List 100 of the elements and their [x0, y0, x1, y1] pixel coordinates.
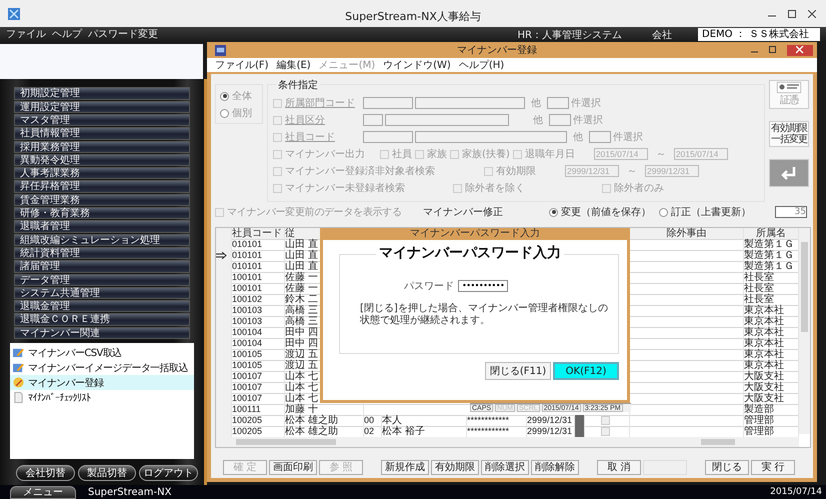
navigation-item[interactable]: 退職金管理 [14, 300, 190, 312]
table-cell: 本人 [382, 415, 467, 427]
password-label: パスワード [404, 280, 454, 293]
sidebar-button[interactable]: ログアウト [139, 465, 198, 481]
navigation-item[interactable]: 人事考課業務 [14, 167, 190, 180]
checkbox-label: 家族 [427, 148, 447, 161]
sidebar-button[interactable]: 会社切替 [16, 465, 75, 481]
clock-date: 2015/07/14 [770, 487, 822, 497]
bulk-change-button[interactable]: 有効期限 一括変更 [769, 121, 809, 147]
footer-button[interactable]: 削除選択 [481, 460, 529, 475]
submenu-item[interactable]: マイナンバーCSV取込 [10, 345, 194, 360]
menu-item[interactable]: ヘルプ(H) [458, 58, 504, 72]
company-label: 会社 [652, 28, 672, 42]
checkbox[interactable] [601, 416, 610, 425]
navigation-item[interactable]: 採用業務管理 [14, 140, 190, 153]
pencil-icon [13, 347, 24, 358]
radio-button[interactable] [549, 208, 558, 216]
menu-button[interactable]: メニュー [10, 486, 76, 498]
checkbox-label: 家族(扶養) [462, 148, 510, 161]
table-cell: 010101 [232, 250, 285, 262]
scrollbar-thumb[interactable] [701, 439, 735, 445]
column-header[interactable]: 除外事由 [630, 228, 744, 240]
checkbox[interactable] [215, 208, 224, 216]
dialog-button[interactable]: OK(F12) [553, 362, 619, 380]
splitter-bar[interactable] [575, 415, 585, 427]
navigation-item[interactable]: 統計資料管理 [14, 246, 190, 260]
table-cell: 100103 [232, 316, 285, 328]
table-cell: 100102 [232, 294, 285, 306]
navigation-item[interactable]: マイナンバー関連 [14, 326, 190, 339]
close-icon [796, 46, 804, 54]
table-cell: 100103 [232, 305, 285, 317]
close-button[interactable] [787, 44, 813, 56]
radio-button[interactable] [659, 208, 668, 216]
navigation-item[interactable]: 賃金管理業務 [14, 194, 190, 206]
splitter-bar[interactable] [575, 426, 585, 438]
navigation-item[interactable]: 社員情報管理 [14, 127, 190, 140]
dialog-button[interactable]: 閉じる(F11) [485, 362, 551, 380]
scrollbar-thumb[interactable] [801, 242, 808, 332]
dialog-title: マイナンバーパスワード入力 [409, 228, 541, 240]
other-label: 他 [533, 114, 543, 127]
checkbox-label: 有効期限 [496, 164, 537, 178]
submenu-item[interactable]: ﾏｲﾅﾝﾊﾞｰﾁｪｯｸﾘｽﾄ [10, 390, 194, 405]
enter-button[interactable] [769, 159, 809, 187]
table-cell: ************ [467, 415, 527, 427]
checkbox-label: 社員 [392, 148, 412, 161]
navigation-item[interactable]: 運用設定管理 [14, 100, 190, 113]
navigation-item[interactable]: 組織改編シミュレーション処理 [14, 234, 190, 246]
footer-button[interactable]: 削除解除 [531, 460, 579, 475]
navigation-item[interactable]: 研修・教育業務 [14, 207, 190, 220]
checkbox-label: 退職年月日 [524, 148, 576, 161]
submenu-item[interactable]: マイナンバーイメージデータ一括取込 [10, 360, 194, 375]
table-cell: 100101 [232, 283, 285, 295]
checkbox-label: マイナンバー登録済非対象者検索 [285, 164, 436, 178]
submenu-item[interactable]: マイナンバー登録 [10, 375, 194, 390]
navigation-item[interactable]: データ管理 [14, 274, 190, 286]
menu-item[interactable]: ウインドウ(W) [383, 58, 451, 72]
footer-button[interactable]: 有効期限 [431, 460, 479, 475]
footer-button[interactable]: 取 消 [597, 460, 641, 475]
password-field[interactable]: •••••••••• [458, 280, 508, 292]
close-icon[interactable] [808, 10, 816, 18]
app-icon [215, 44, 226, 56]
navigation-item[interactable]: 諸届管理 [14, 260, 190, 273]
menu-item[interactable]: ファイル [6, 28, 46, 42]
menu-item[interactable]: ファイル(F) [215, 58, 269, 72]
navigation-item[interactable]: 退職者管理 [14, 220, 190, 233]
table-cell: 100105 [232, 349, 285, 361]
group-title: 条件指定 [276, 78, 320, 92]
checkbox-label: 除外者のみ [614, 182, 664, 195]
table-cell: 100107 [232, 393, 285, 405]
table-cell: 100205 [232, 415, 285, 427]
navigation-item[interactable]: システム共通管理 [14, 286, 190, 300]
table-cell: 100105 [232, 360, 285, 372]
navigation-item[interactable]: 異動発令処理 [14, 154, 190, 166]
navigation-item[interactable]: 昇任昇格管理 [14, 180, 190, 193]
navigation-item[interactable]: 初期設定管理 [14, 87, 190, 100]
count-label: 件選択 [571, 97, 601, 110]
footer-button[interactable]: 閉じる [705, 460, 749, 475]
range-separator: ～ [627, 165, 637, 178]
count-label: 件選択 [573, 114, 603, 127]
column-header[interactable]: 社員コード [232, 228, 285, 240]
radio-label: 変更（前値を保存） [561, 206, 651, 219]
navigation-item[interactable]: マスタ管理 [14, 114, 190, 126]
table-cell: 100111 [232, 404, 285, 416]
taskbar-app[interactable]: SuperStream-NX [88, 486, 172, 498]
table-cell: 加藤 十 [285, 404, 364, 416]
table-cell: 010101 [232, 239, 285, 251]
menu-item[interactable]: ヘルプ [52, 28, 82, 42]
menu-item[interactable]: 編集(E) [276, 58, 311, 72]
sidebar-button[interactable]: 製品切替 [78, 465, 136, 481]
menu-item[interactable]: パスワード変更 [88, 28, 158, 42]
other-label: 他 [573, 131, 583, 144]
footer-button[interactable]: 実 行 [751, 460, 795, 475]
scrollbar-thumb[interactable] [236, 439, 336, 445]
maximize-icon[interactable] [769, 46, 777, 54]
footer-button[interactable]: 画面印刷 [269, 460, 317, 475]
table-cell: 100101 [232, 272, 285, 284]
checkbox[interactable] [601, 427, 610, 436]
navigation-item[interactable]: 退職金ＣＯＲＥ連携 [14, 313, 190, 326]
footer-button[interactable]: 新規作成 [381, 460, 429, 475]
maximize-icon[interactable] [788, 10, 796, 18]
